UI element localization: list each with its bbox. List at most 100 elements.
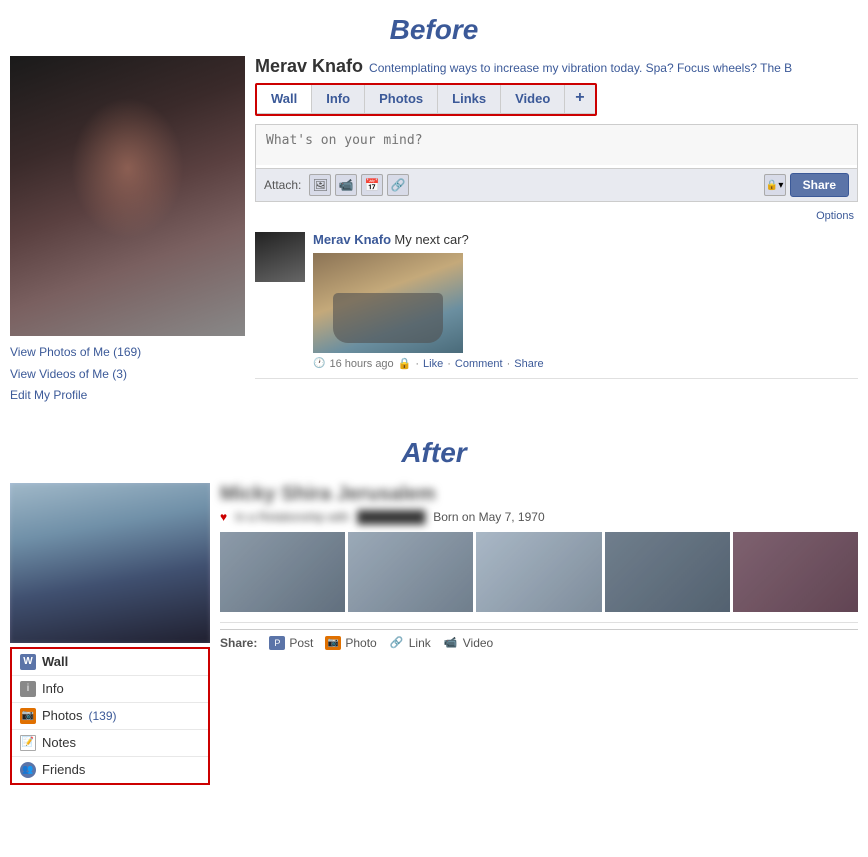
photo-thumb-5[interactable] [733, 532, 858, 612]
after-nav-photos-label: Photos [42, 708, 82, 723]
notes-nav-icon: 📝 [20, 735, 36, 751]
share-link-btn[interactable]: 🔗 Link [389, 636, 431, 650]
post-time: 16 hours ago [329, 358, 393, 370]
view-photos-link[interactable]: View Photos of Me (169) [10, 342, 245, 364]
post-avatar [255, 232, 305, 282]
privacy-lock-btn[interactable]: 🔒▾ [764, 174, 786, 196]
share-bar: Share: P Post 📷 Photo 🔗 Link 📹 Video [220, 629, 858, 656]
photo-thumb-1[interactable] [220, 532, 345, 612]
tab-video[interactable]: Video [501, 85, 565, 113]
post-image [313, 253, 463, 353]
profile-photo [10, 56, 245, 336]
tab-bar: Wall Info Photos Links Video + [257, 85, 595, 114]
after-nav-friends[interactable]: 👥 Friends [12, 757, 208, 783]
share-link-label: Link [409, 636, 431, 650]
after-section: W Wall i Info 📷 Photos (139) 📝 Notes 👥 F… [10, 483, 858, 785]
after-nav-wrapper: W Wall i Info 📷 Photos (139) 📝 Notes 👥 F… [10, 647, 210, 785]
profile-photo-image [10, 56, 245, 336]
attach-label: Attach: [264, 178, 301, 192]
after-title: After [0, 417, 868, 483]
tab-plus[interactable]: + [565, 85, 594, 113]
post-separator-1: · [415, 358, 419, 370]
after-profile-photo [10, 483, 210, 643]
attach-link-btn[interactable]: 🔗 [387, 174, 409, 196]
view-videos-link[interactable]: View Videos of Me (3) [10, 364, 245, 386]
tab-photos[interactable]: Photos [365, 85, 438, 113]
after-nav-wall-label: Wall [42, 654, 68, 669]
share-video-label: Video [463, 636, 493, 650]
post-icon: P [269, 636, 285, 650]
share-post-label: Post [289, 636, 313, 650]
before-section: View Photos of Me (169) View Videos of M… [10, 56, 858, 407]
after-nav-wall[interactable]: W Wall [12, 649, 208, 676]
info-nav-icon: i [20, 681, 36, 697]
profile-status: Contemplating ways to increase my vibrat… [369, 61, 792, 75]
after-relationship-status: In a Relationship with [235, 510, 349, 524]
after-right-panel: Micky Shira Jerusalem ♥ In a Relationshi… [220, 483, 858, 785]
wall-input[interactable] [256, 125, 857, 165]
attach-event-btn[interactable]: 📅 [361, 174, 383, 196]
after-profile-name: Micky Shira Jerusalem [220, 483, 858, 506]
share-divider [220, 622, 858, 623]
profile-header: Merav Knafo Contemplating ways to increa… [255, 56, 858, 77]
after-left-panel: W Wall i Info 📷 Photos (139) 📝 Notes 👥 F… [10, 483, 210, 785]
share-post-btn[interactable]: P Post [269, 636, 313, 650]
post-clock-icon: 🕐 [313, 358, 325, 369]
before-right-panel: Merav Knafo Contemplating ways to increa… [255, 56, 858, 407]
post-text: My next car? [394, 232, 468, 247]
after-born-label: Born on May 7, 1970 [433, 510, 544, 524]
after-nav-photos[interactable]: 📷 Photos (139) [12, 703, 208, 730]
photo-thumb-2[interactable] [348, 532, 473, 612]
after-nav-info-label: Info [42, 681, 64, 696]
wall-box: Attach: 🖼 📹 📅 🔗 🔒▾ Share [255, 124, 858, 202]
photo-links: View Photos of Me (169) View Videos of M… [10, 342, 245, 407]
share-photo-label: Photo [345, 636, 376, 650]
tab-bar-wrapper: Wall Info Photos Links Video + [255, 83, 597, 116]
wall-nav-icon: W [20, 654, 36, 670]
photo-thumb-4[interactable] [605, 532, 730, 612]
post-author[interactable]: Merav Knafo [313, 232, 391, 247]
after-profile-bio: ♥ In a Relationship with ████████ Born o… [220, 510, 858, 524]
friends-nav-icon: 👥 [20, 762, 36, 778]
post-separator-3: · [507, 358, 511, 370]
after-profile-header: Micky Shira Jerusalem ♥ In a Relationshi… [220, 483, 858, 524]
share-label: Share: [220, 636, 257, 650]
after-relationship-partner: ████████ [357, 510, 425, 524]
share-video-btn[interactable]: 📹 Video [443, 636, 493, 650]
post-body: Merav Knafo My next car? 🕐 16 hours ago … [313, 232, 544, 370]
after-nav-notes[interactable]: 📝 Notes [12, 730, 208, 757]
share-photo-btn[interactable]: 📷 Photo [325, 636, 376, 650]
post-share-link[interactable]: Share [514, 358, 543, 370]
after-nav-info[interactable]: i Info [12, 676, 208, 703]
photo-thumb-3[interactable] [476, 532, 601, 612]
edit-profile-link[interactable]: Edit My Profile [10, 385, 245, 407]
after-nav-friends-label: Friends [42, 762, 85, 777]
heart-icon: ♥ [220, 510, 227, 524]
attach-video-btn[interactable]: 📹 [335, 174, 357, 196]
link-icon: 🔗 [389, 636, 405, 650]
post-meta: 🕐 16 hours ago 🔒 · Like · Comment · Shar… [313, 357, 544, 370]
video-icon: 📹 [443, 636, 459, 650]
post-avatar-image [255, 232, 305, 282]
options-link[interactable]: Options [255, 208, 858, 224]
photos-nav-icon: 📷 [20, 708, 36, 724]
wall-toolbar: Attach: 🖼 📹 📅 🔗 🔒▾ Share [256, 168, 857, 201]
tab-info[interactable]: Info [312, 85, 365, 113]
wall-toolbar-right: 🔒▾ Share [764, 173, 849, 197]
attach-photo-btn[interactable]: 🖼 [309, 174, 331, 196]
profile-name: Merav Knafo [255, 56, 363, 77]
tab-wall[interactable]: Wall [257, 85, 312, 113]
post-like-link[interactable]: Like [423, 358, 443, 370]
after-nav-notes-label: Notes [42, 735, 76, 750]
photo-strip [220, 532, 858, 612]
post-comment-link[interactable]: Comment [455, 358, 503, 370]
post-lock-icon: 🔒 [398, 357, 412, 370]
before-title: Before [0, 0, 868, 56]
photo-share-icon: 📷 [325, 636, 341, 650]
post-item: Merav Knafo My next car? 🕐 16 hours ago … [255, 232, 858, 379]
share-button[interactable]: Share [790, 173, 849, 197]
tab-links[interactable]: Links [438, 85, 501, 113]
post-separator-2: · [447, 358, 451, 370]
after-photos-count: (139) [88, 709, 116, 723]
before-left-panel: View Photos of Me (169) View Videos of M… [10, 56, 245, 407]
